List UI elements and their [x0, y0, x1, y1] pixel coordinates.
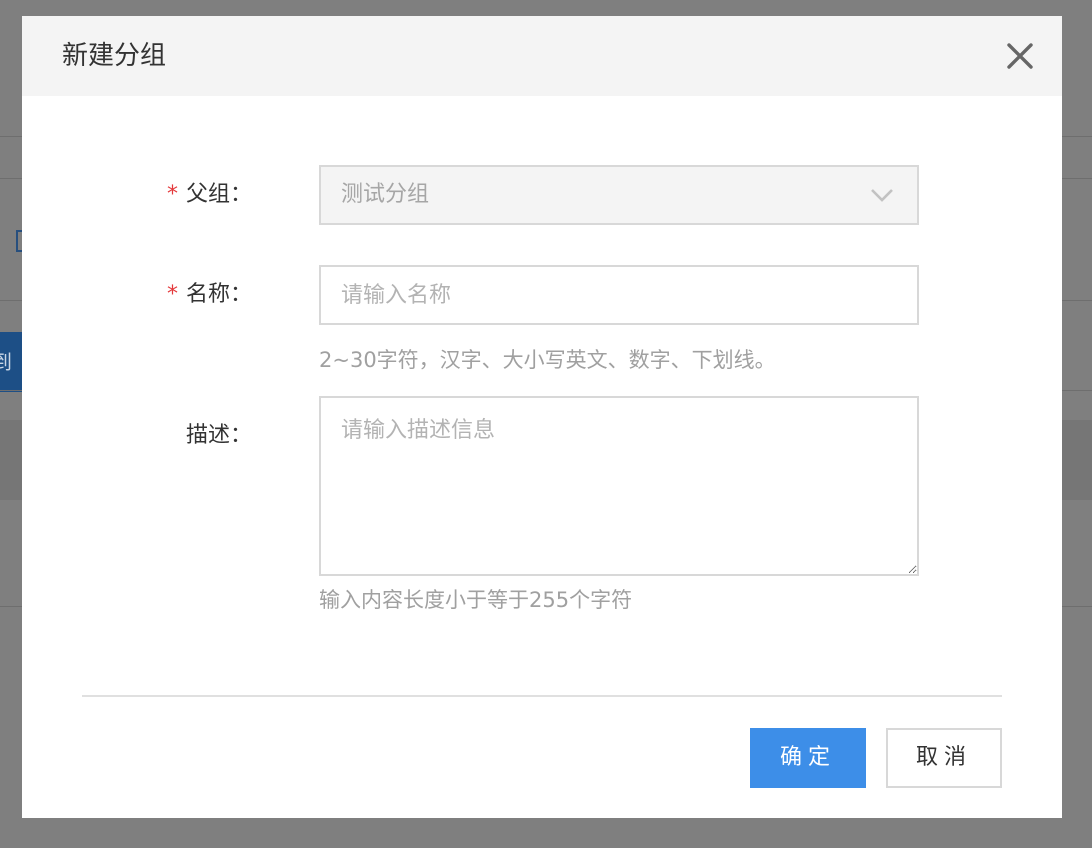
required-mark: * [166, 182, 178, 207]
parent-group-label: * 父组： [152, 180, 252, 210]
parent-group-value: 测试分组 [341, 182, 430, 207]
chevron-down-icon [871, 189, 893, 202]
required-mark: * [166, 282, 178, 307]
create-group-dialog: 新建分组 * 父组： 测试分组 * 名称： 2~30字符，汉字、大小写英文、数字、下… [22, 16, 1062, 818]
dialog-header: 新建分组 [22, 16, 1062, 96]
close-icon [1007, 43, 1033, 69]
name-label-text: 名称： [185, 282, 252, 307]
parent-group-select[interactable]: 测试分组 [319, 165, 919, 225]
description-textarea[interactable] [319, 396, 919, 576]
name-hint: 2~30字符，汉字、大小写英文、数字、下划线。 [319, 348, 776, 372]
cancel-button[interactable]: 取消 [886, 728, 1002, 788]
dialog-title: 新建分组 [62, 41, 167, 71]
footer-divider [82, 695, 1002, 697]
background-button: 到 [0, 332, 24, 392]
name-input[interactable] [319, 265, 919, 325]
description-label: 描述： [152, 421, 252, 451]
description-hint: 输入内容长度小于等于255个字符 [319, 588, 633, 612]
confirm-button[interactable]: 确定 [750, 728, 866, 788]
name-label: * 名称： [152, 280, 252, 310]
parent-group-label-text: 父组： [185, 182, 252, 207]
close-button[interactable] [1000, 36, 1040, 76]
description-label-text: 描述： [185, 423, 252, 448]
